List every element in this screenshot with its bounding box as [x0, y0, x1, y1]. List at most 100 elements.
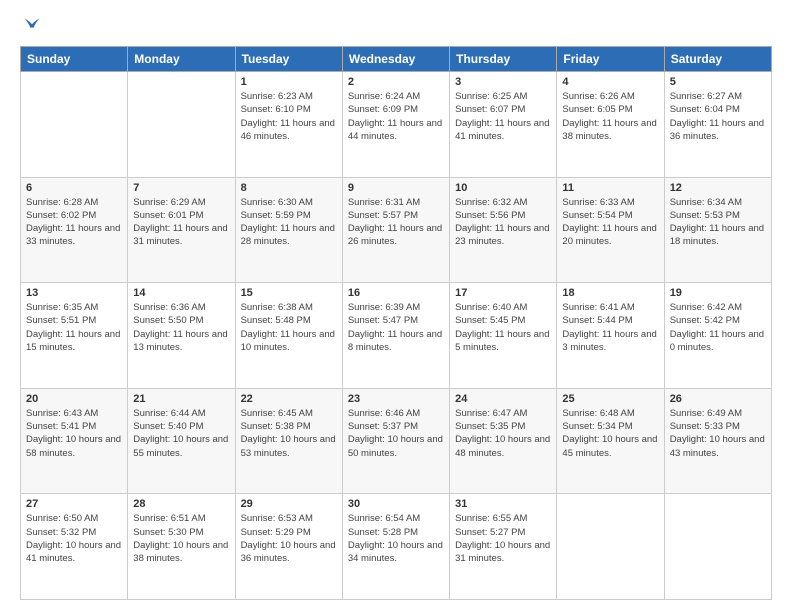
- calendar-day-cell: 20 Sunrise: 6:43 AMSunset: 5:41 PMDayligh…: [21, 388, 128, 494]
- calendar-day-cell: 4 Sunrise: 6:26 AMSunset: 6:05 PMDaylight…: [557, 72, 664, 178]
- day-info: Sunrise: 6:28 AMSunset: 6:02 PMDaylight:…: [26, 196, 122, 249]
- day-number: 14: [133, 287, 229, 299]
- weekday-header: Saturday: [664, 47, 771, 72]
- day-info: Sunrise: 6:32 AMSunset: 5:56 PMDaylight:…: [455, 196, 551, 249]
- calendar-header-row: SundayMondayTuesdayWednesdayThursdayFrid…: [21, 47, 772, 72]
- day-number: 6: [26, 182, 122, 194]
- day-number: 4: [562, 76, 658, 88]
- day-number: 5: [670, 76, 766, 88]
- day-info: Sunrise: 6:46 AMSunset: 5:37 PMDaylight:…: [348, 407, 444, 460]
- calendar-day-cell: 10 Sunrise: 6:32 AMSunset: 5:56 PMDayligh…: [450, 177, 557, 283]
- calendar-day-cell: 24 Sunrise: 6:47 AMSunset: 5:35 PMDayligh…: [450, 388, 557, 494]
- calendar-week-row: 6 Sunrise: 6:28 AMSunset: 6:02 PMDaylight…: [21, 177, 772, 283]
- calendar-day-cell: [557, 494, 664, 600]
- weekday-header: Wednesday: [342, 47, 449, 72]
- day-info: Sunrise: 6:29 AMSunset: 6:01 PMDaylight:…: [133, 196, 229, 249]
- calendar-day-cell: 5Sunrise: 6:27 AMSunset: 6:04 PMDaylight…: [664, 72, 771, 178]
- day-info: Sunrise: 6:50 AMSunset: 5:32 PMDaylight:…: [26, 512, 122, 565]
- day-number: 20: [26, 393, 122, 405]
- day-number: 9: [348, 182, 444, 194]
- day-info: Sunrise: 6:51 AMSunset: 5:30 PMDaylight:…: [133, 512, 229, 565]
- calendar-day-cell: 31 Sunrise: 6:55 AMSunset: 5:27 PMDayligh…: [450, 494, 557, 600]
- day-number: 7: [133, 182, 229, 194]
- calendar-day-cell: 19 Sunrise: 6:42 AMSunset: 5:42 PMDayligh…: [664, 283, 771, 389]
- day-info: Sunrise: 6:33 AMSunset: 5:54 PMDaylight:…: [562, 196, 658, 249]
- calendar-day-cell: [21, 72, 128, 178]
- day-number: 16: [348, 287, 444, 299]
- day-number: 19: [670, 287, 766, 299]
- day-number: 25: [562, 393, 658, 405]
- logo-bird-icon: [22, 16, 42, 36]
- calendar-week-row: 1 Sunrise: 6:23 AMSunset: 6:10 PMDaylight…: [21, 72, 772, 178]
- day-info: Sunrise: 6:23 AMSunset: 6:10 PMDaylight:…: [241, 90, 337, 143]
- calendar-day-cell: [664, 494, 771, 600]
- calendar-day-cell: 13 Sunrise: 6:35 AMSunset: 5:51 PMDayligh…: [21, 283, 128, 389]
- day-number: 13: [26, 287, 122, 299]
- calendar-day-cell: 17Sunrise: 6:40 AMSunset: 5:45 PMDayligh…: [450, 283, 557, 389]
- day-info: Sunrise: 6:43 AMSunset: 5:41 PMDaylight:…: [26, 407, 122, 460]
- day-number: 11: [562, 182, 658, 194]
- weekday-header: Thursday: [450, 47, 557, 72]
- calendar-day-cell: 25Sunrise: 6:48 AMSunset: 5:34 PMDayligh…: [557, 388, 664, 494]
- day-number: 1: [241, 76, 337, 88]
- calendar-day-cell: 3 Sunrise: 6:25 AMSunset: 6:07 PMDaylight…: [450, 72, 557, 178]
- calendar-day-cell: 2 Sunrise: 6:24 AMSunset: 6:09 PMDaylight…: [342, 72, 449, 178]
- day-number: 18: [562, 287, 658, 299]
- day-number: 21: [133, 393, 229, 405]
- calendar-day-cell: [128, 72, 235, 178]
- day-info: Sunrise: 6:41 AMSunset: 5:44 PMDaylight:…: [562, 301, 658, 354]
- day-number: 31: [455, 498, 551, 510]
- day-info: Sunrise: 6:40 AMSunset: 5:45 PMDaylight:…: [455, 301, 551, 354]
- calendar-day-cell: 16 Sunrise: 6:39 AMSunset: 5:47 PMDayligh…: [342, 283, 449, 389]
- day-info: Sunrise: 6:53 AMSunset: 5:29 PMDaylight:…: [241, 512, 337, 565]
- weekday-header: Tuesday: [235, 47, 342, 72]
- day-number: 2: [348, 76, 444, 88]
- day-info: Sunrise: 6:26 AMSunset: 6:05 PMDaylight:…: [562, 90, 658, 143]
- calendar-day-cell: 8Sunrise: 6:30 AMSunset: 5:59 PMDaylight…: [235, 177, 342, 283]
- calendar-day-cell: 27 Sunrise: 6:50 AMSunset: 5:32 PMDayligh…: [21, 494, 128, 600]
- day-number: 10: [455, 182, 551, 194]
- calendar-day-cell: 6 Sunrise: 6:28 AMSunset: 6:02 PMDaylight…: [21, 177, 128, 283]
- day-info: Sunrise: 6:25 AMSunset: 6:07 PMDaylight:…: [455, 90, 551, 143]
- day-number: 12: [670, 182, 766, 194]
- day-number: 26: [670, 393, 766, 405]
- day-number: 28: [133, 498, 229, 510]
- day-info: Sunrise: 6:34 AMSunset: 5:53 PMDaylight:…: [670, 196, 766, 249]
- calendar-day-cell: 15Sunrise: 6:38 AMSunset: 5:48 PMDayligh…: [235, 283, 342, 389]
- day-info: Sunrise: 6:39 AMSunset: 5:47 PMDaylight:…: [348, 301, 444, 354]
- calendar-week-row: 20 Sunrise: 6:43 AMSunset: 5:41 PMDayligh…: [21, 388, 772, 494]
- day-number: 27: [26, 498, 122, 510]
- day-number: 30: [348, 498, 444, 510]
- day-number: 23: [348, 393, 444, 405]
- day-info: Sunrise: 6:49 AMSunset: 5:33 PMDaylight:…: [670, 407, 766, 460]
- calendar-table: SundayMondayTuesdayWednesdayThursdayFrid…: [20, 46, 772, 600]
- day-info: Sunrise: 6:31 AMSunset: 5:57 PMDaylight:…: [348, 196, 444, 249]
- day-number: 3: [455, 76, 551, 88]
- weekday-header: Sunday: [21, 47, 128, 72]
- day-info: Sunrise: 6:47 AMSunset: 5:35 PMDaylight:…: [455, 407, 551, 460]
- day-number: 22: [241, 393, 337, 405]
- weekday-header: Monday: [128, 47, 235, 72]
- calendar-day-cell: 29 Sunrise: 6:53 AMSunset: 5:29 PMDayligh…: [235, 494, 342, 600]
- calendar-week-row: 13 Sunrise: 6:35 AMSunset: 5:51 PMDayligh…: [21, 283, 772, 389]
- calendar-day-cell: 21 Sunrise: 6:44 AMSunset: 5:40 PMDayligh…: [128, 388, 235, 494]
- day-info: Sunrise: 6:42 AMSunset: 5:42 PMDaylight:…: [670, 301, 766, 354]
- calendar-day-cell: 28 Sunrise: 6:51 AMSunset: 5:30 PMDayligh…: [128, 494, 235, 600]
- page: SundayMondayTuesdayWednesdayThursdayFrid…: [0, 0, 792, 612]
- header: [20, 16, 772, 36]
- calendar-day-cell: 23 Sunrise: 6:46 AMSunset: 5:37 PMDayligh…: [342, 388, 449, 494]
- calendar-day-cell: 22 Sunrise: 6:45 AMSunset: 5:38 PMDayligh…: [235, 388, 342, 494]
- calendar-day-cell: 11 Sunrise: 6:33 AMSunset: 5:54 PMDayligh…: [557, 177, 664, 283]
- day-info: Sunrise: 6:24 AMSunset: 6:09 PMDaylight:…: [348, 90, 444, 143]
- logo: [20, 16, 42, 36]
- day-number: 24: [455, 393, 551, 405]
- day-info: Sunrise: 6:36 AMSunset: 5:50 PMDaylight:…: [133, 301, 229, 354]
- calendar-day-cell: 30Sunrise: 6:54 AMSunset: 5:28 PMDayligh…: [342, 494, 449, 600]
- calendar-day-cell: 26 Sunrise: 6:49 AMSunset: 5:33 PMDayligh…: [664, 388, 771, 494]
- calendar-day-cell: 14 Sunrise: 6:36 AMSunset: 5:50 PMDayligh…: [128, 283, 235, 389]
- day-info: Sunrise: 6:55 AMSunset: 5:27 PMDaylight:…: [455, 512, 551, 565]
- day-info: Sunrise: 6:45 AMSunset: 5:38 PMDaylight:…: [241, 407, 337, 460]
- day-info: Sunrise: 6:44 AMSunset: 5:40 PMDaylight:…: [133, 407, 229, 460]
- day-info: Sunrise: 6:35 AMSunset: 5:51 PMDaylight:…: [26, 301, 122, 354]
- day-number: 29: [241, 498, 337, 510]
